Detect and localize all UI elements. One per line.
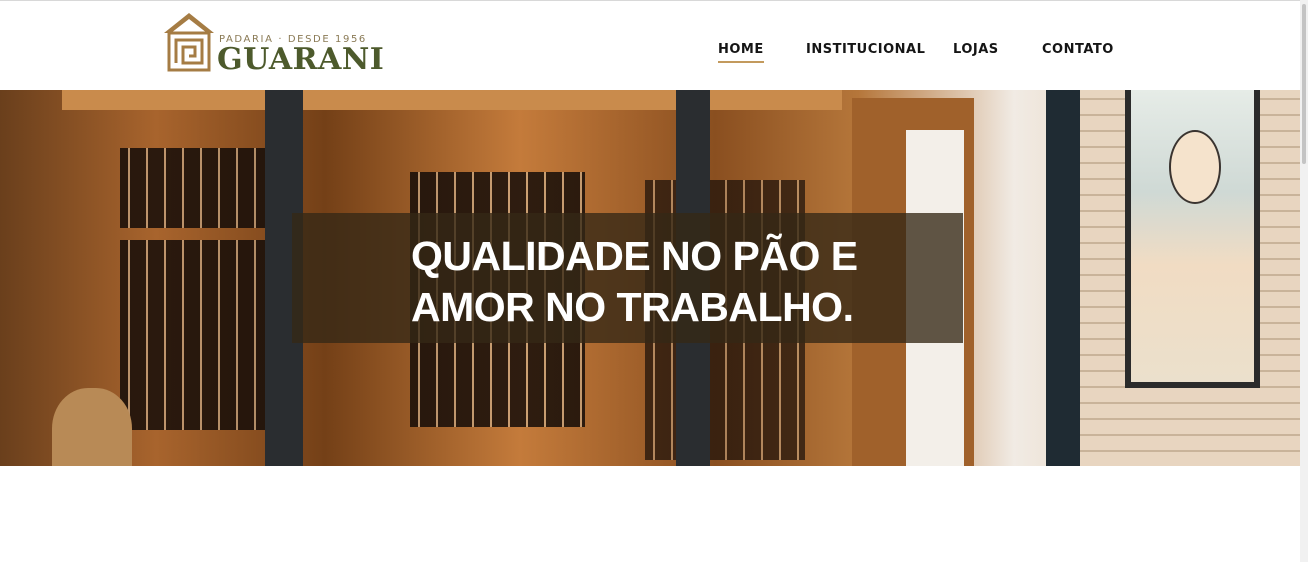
hero-photo-post <box>1046 90 1080 466</box>
nav-item-institucional[interactable]: INSTITUCIONAL <box>806 42 925 61</box>
nav-item-contato[interactable]: CONTATO <box>1042 42 1114 61</box>
hero-photo-bottles <box>120 148 270 228</box>
brand-logo[interactable]: PADARIA · DESDE 1956 GUARANI <box>162 11 384 75</box>
scrollbar-thumb[interactable] <box>1302 4 1306 164</box>
logo-name: GUARANI <box>217 42 385 77</box>
hero-photo-person <box>52 388 132 466</box>
nav-item-lojas[interactable]: LOJAS <box>953 42 999 61</box>
greek-key-square-icon <box>164 13 214 72</box>
hero-banner: QUALIDADE NO PÃO E AMOR NO TRABALHO. <box>0 90 1300 466</box>
hero-photo-shelf <box>62 90 842 110</box>
hero-headline: QUALIDADE NO PÃO E AMOR NO TRABALHO. <box>411 231 931 333</box>
nav-item-home[interactable]: HOME <box>718 42 764 63</box>
hero-photo-bottles <box>120 240 270 430</box>
hero-headline-box: QUALIDADE NO PÃO E AMOR NO TRABALHO. <box>292 213 963 343</box>
hero-headline-line1: QUALIDADE NO PÃO E <box>411 233 858 279</box>
site-header: PADARIA · DESDE 1956 GUARANI HOME INSTIT… <box>0 1 1300 90</box>
hero-headline-line2: AMOR NO TRABALHO. <box>411 284 854 330</box>
hero-photo-painting <box>1125 90 1260 388</box>
